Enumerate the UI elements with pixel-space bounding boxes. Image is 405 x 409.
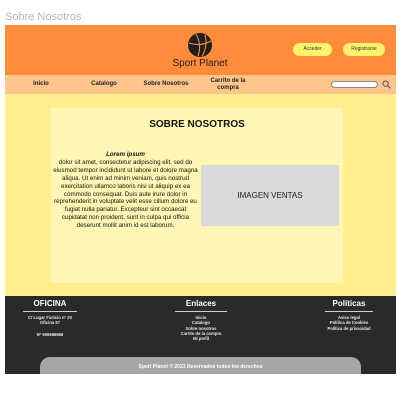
footer-office-title: OFICINA bbox=[33, 299, 67, 308]
copyright-bar: Sport Planet © 2023 Reservados todos los… bbox=[40, 357, 361, 374]
sales-image-placeholder: IMAGEN VENTAS bbox=[201, 165, 339, 226]
footer-policy-privacidad[interactable]: Política de privacidad bbox=[319, 326, 379, 331]
login-button[interactable]: Acceder bbox=[293, 43, 332, 56]
footer-divider bbox=[175, 311, 227, 312]
footer-policies-title: Políticas bbox=[332, 299, 366, 308]
footer-office: OFICINA C/ Lugar Ficticio nº 20 Oficina … bbox=[21, 299, 79, 337]
nav-item-catalogo[interactable]: Catalogo bbox=[84, 75, 124, 94]
search-icon[interactable] bbox=[382, 80, 391, 89]
nav-item-sobre-nosotros[interactable]: Sobre Nosotros bbox=[138, 75, 194, 94]
page-title: SOBRE NOSOTROS bbox=[149, 119, 245, 130]
footer-policies: Políticas Aviso legal Política de Cookie… bbox=[319, 299, 379, 331]
image-placeholder-label: IMAGEN VENTAS bbox=[237, 191, 303, 200]
nav-item-inicio[interactable]: Inicio bbox=[26, 75, 56, 94]
header: Sport Planet Acceder Registrarse bbox=[5, 25, 396, 75]
footer-divider bbox=[23, 311, 77, 312]
about-panel: SOBRE NOSOTROS Lorem ipsum dolor sit ame… bbox=[51, 108, 343, 283]
footer-links-title: Enlaces bbox=[185, 299, 217, 308]
about-text-heading: Lorem ipsum bbox=[106, 151, 145, 158]
copyright-text: Sport Planet © 2023 Reservados todos los… bbox=[138, 364, 263, 370]
about-text-body: dolor sit amet, consectetur adipiscing e… bbox=[53, 158, 198, 230]
frame-label: Sobre Nosotros bbox=[5, 11, 82, 23]
register-button[interactable]: Registrarse bbox=[343, 43, 385, 56]
basketball-icon[interactable] bbox=[187, 32, 213, 58]
search-input[interactable] bbox=[331, 81, 378, 88]
about-text: Lorem ipsum dolor sit amet, consectetur … bbox=[53, 151, 198, 230]
footer-divider bbox=[325, 311, 373, 312]
page: Sport Planet Acceder Registrarse Inicio … bbox=[5, 25, 396, 374]
footer-link-perfil[interactable]: Mi perfil bbox=[169, 336, 233, 341]
footer-links: Enlaces Inicio Catalogo Sobre nosotros C… bbox=[169, 299, 233, 341]
nav-item-carrito[interactable]: Carrito de la compra bbox=[204, 75, 252, 94]
brand-name: Sport Planet bbox=[172, 58, 228, 69]
footer-office-phone: Nº 666666666 bbox=[36, 331, 64, 337]
